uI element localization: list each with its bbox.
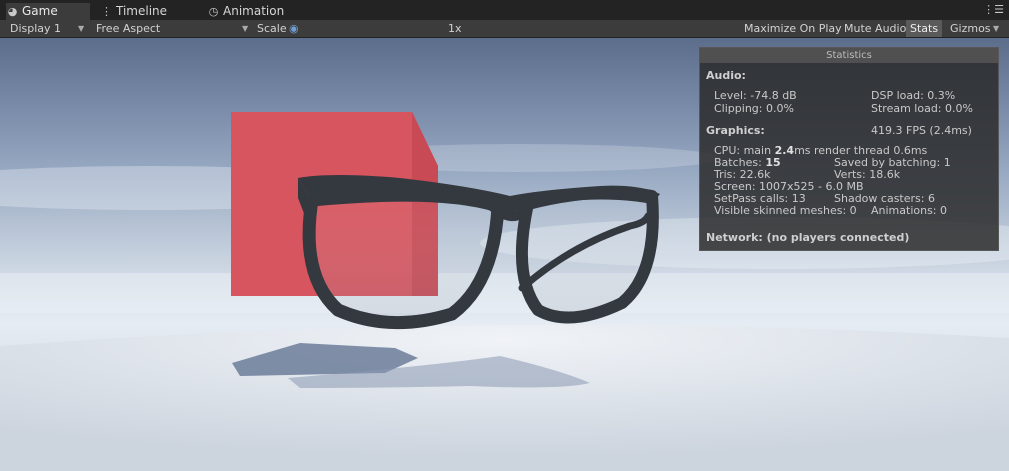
tab-timeline[interactable]: ⋮ Timeline [100, 3, 180, 20]
timeline-icon: ⋮ [101, 5, 112, 18]
scale-slider-icon[interactable]: ◉ [289, 20, 299, 37]
audio-level: Level: -74.8 dB [714, 89, 797, 102]
graphics-header: Graphics: [706, 124, 765, 137]
aspect-label: Free Aspect [96, 22, 161, 35]
maximize-on-play-toggle[interactable]: Maximize On Play [744, 20, 842, 37]
audio-header: Audio: [706, 69, 746, 82]
statistics-panel: Statistics Audio: Level: -74.8 dB DSP lo… [699, 47, 999, 251]
ground-plane [0, 324, 1009, 471]
animations-count: Animations: 0 [871, 204, 948, 217]
game-toolbar: Display 1 ▼ Free Aspect ▼ Scale ◉ 1x Max… [0, 20, 1009, 38]
visible-skinned-meshes: Visible skinned meshes: 0 [714, 204, 857, 217]
fps-value: 419.3 FPS (2.4ms) [871, 124, 972, 137]
tab-label: Animation [223, 4, 285, 18]
gizmos-dropdown[interactable]: Gizmos [950, 20, 991, 37]
stats-toggle[interactable]: Stats [906, 20, 943, 37]
unity-game-window: ◕ Game ⋮ Timeline ◷ Animation ⋮☰ Display 1 … [0, 0, 1009, 471]
tab-animation[interactable]: ◷ Animation [207, 3, 297, 20]
tab-label: Game [22, 4, 58, 18]
tab-bar: ◕ Game ⋮ Timeline ◷ Animation ⋮☰ [0, 0, 1009, 20]
scale-value: 1x [448, 22, 462, 35]
chevron-down-icon: ▼ [993, 24, 1000, 33]
tab-menu-icon[interactable]: ⋮☰ [983, 4, 1004, 15]
dsp-load: DSP load: 0.3% [871, 89, 956, 102]
stream-load: Stream load: 0.0% [871, 102, 973, 115]
scale-label: Scale [257, 22, 287, 35]
display-label: Display 1 [10, 22, 62, 35]
display-dropdown[interactable]: Display 1 [10, 20, 61, 37]
statistics-title: Statistics [700, 48, 998, 63]
tab-label: Timeline [116, 4, 168, 18]
chevron-down-icon: ▼ [78, 24, 85, 33]
clock-icon: ◷ [208, 5, 219, 18]
network-status: Network: (no players connected) [706, 231, 910, 244]
chevron-down-icon: ▼ [242, 24, 249, 33]
tab-game[interactable]: ◕ Game [6, 3, 90, 20]
mute-audio-toggle[interactable]: Mute Audio [844, 20, 906, 37]
pacman-icon: ◕ [7, 5, 18, 18]
audio-clipping: Clipping: 0.0% [714, 102, 794, 115]
aspect-dropdown[interactable]: Free Aspect [96, 20, 160, 37]
